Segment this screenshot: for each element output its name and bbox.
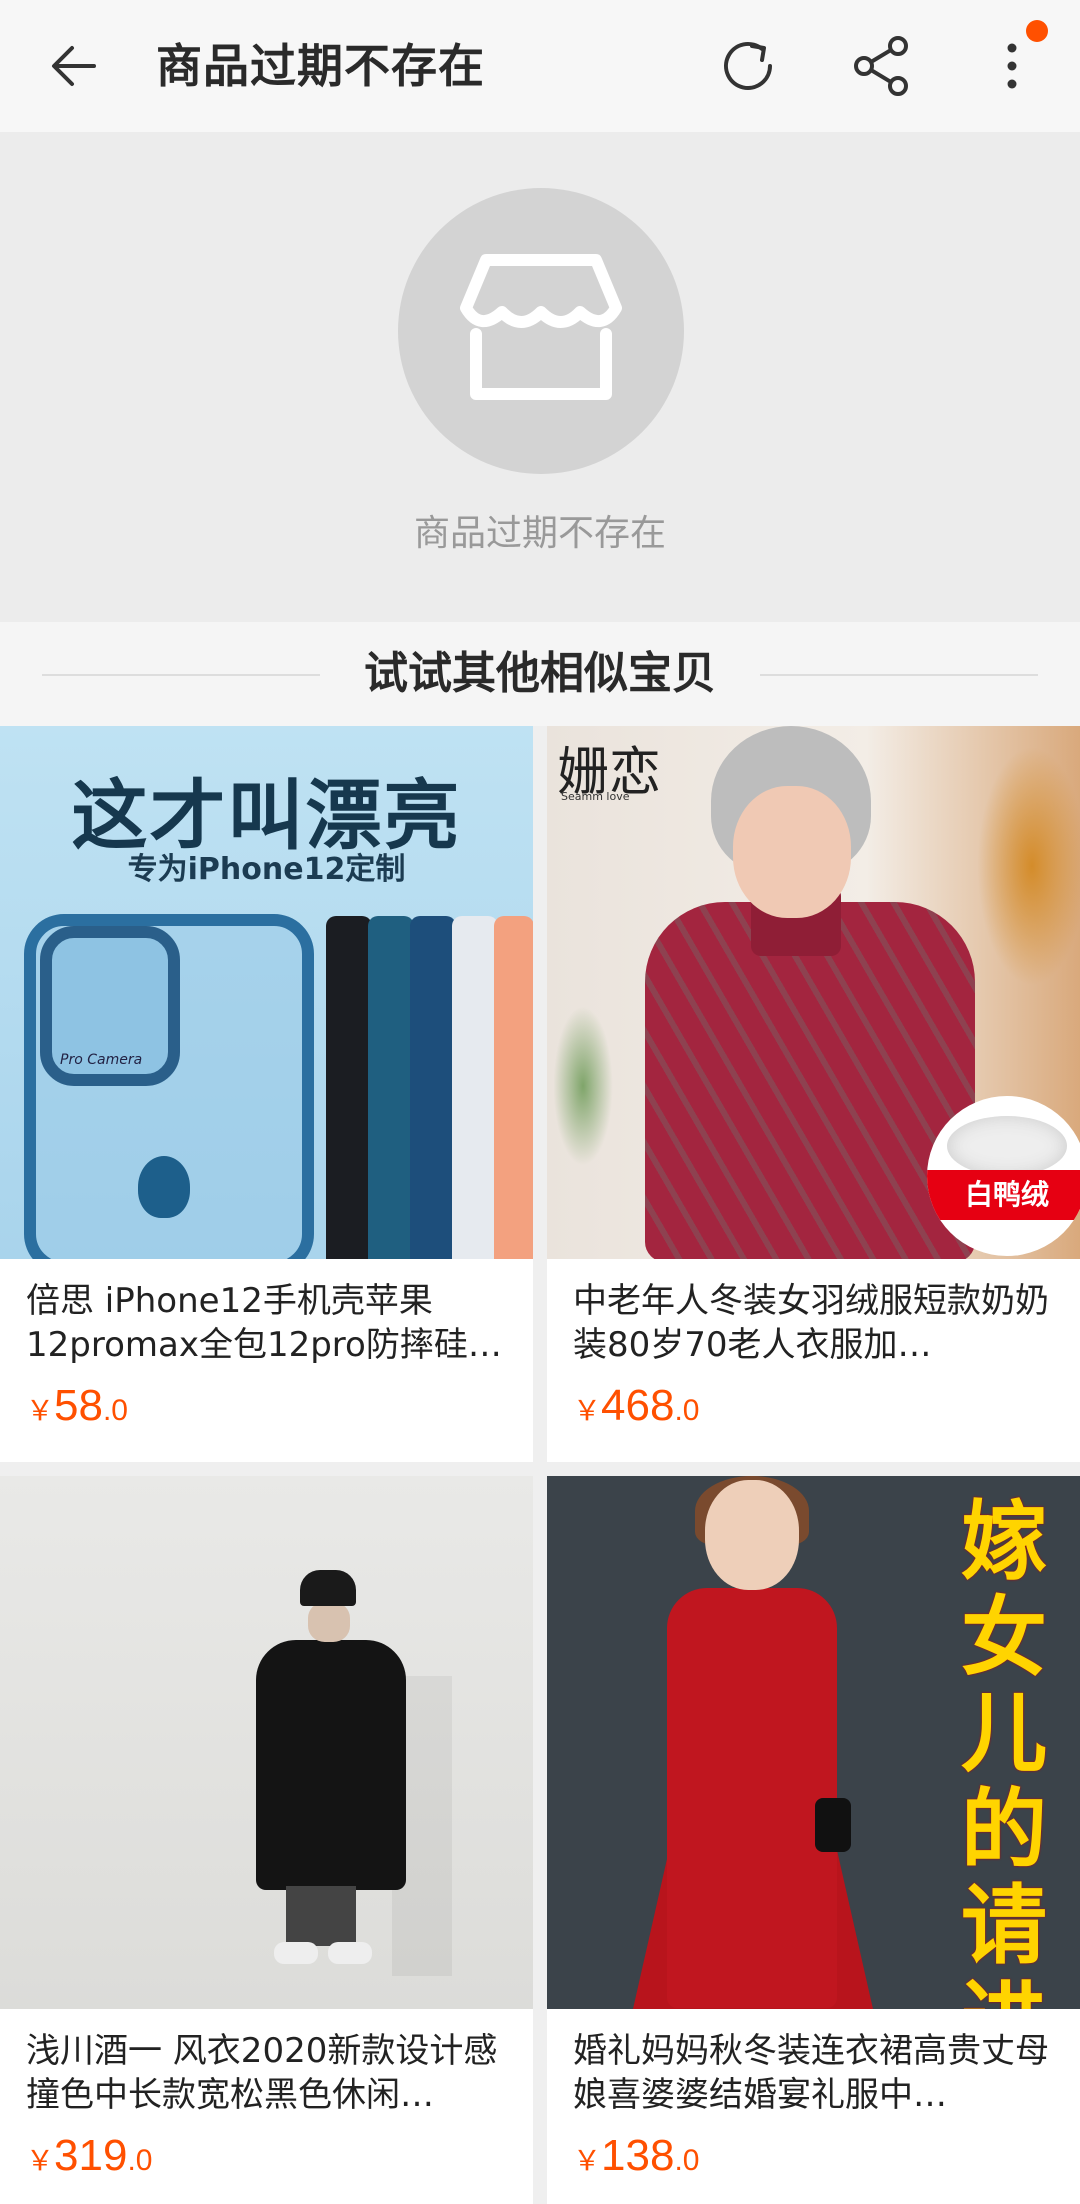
store-icon [460,254,622,400]
product-image[interactable]: 这才叫漂亮 专为iPhone12定制 Pro Camera [0,726,533,1259]
empty-message: 商品过期不存在 [413,513,666,554]
product-price: ￥58.0 [26,1381,507,1431]
price-decimal: .0 [127,2144,153,2177]
handbag [815,1798,851,1852]
image-overlay-text: 嫁女儿的请进 [961,1492,1047,2009]
product-price: ￥138.0 [573,2131,1054,2181]
notification-dot [1026,20,1048,42]
camera-label: Pro Camera [60,1052,143,1068]
product-name[interactable]: 倍思 iPhone12手机壳苹果12promax全包12pro防摔硅胶… [26,1279,507,1367]
price-integer: 319 [54,2131,128,2180]
potted-plant [553,1006,613,1166]
price-integer: 138 [601,2131,675,2180]
price-integer: 468 [601,1381,675,1430]
product-card[interactable]: 姗恋 Seamm love 白鸭绒 中老年人冬装女羽绒服短款奶奶装80岁70老人… [547,726,1080,1462]
model-legs [286,1886,356,1946]
sneaker-right [328,1942,372,1964]
store-icon-circle [398,188,684,474]
product-price: ￥468.0 [573,1381,1054,1431]
top-bar: 商品过期不存在 [0,0,1080,132]
black-cap [300,1570,356,1606]
black-coat [256,1640,406,1890]
product-price: ￥319.0 [26,2131,507,2181]
case-navy [410,916,456,1259]
back-arrow-icon[interactable] [44,36,104,96]
divider-right [760,674,1038,676]
case-black [326,916,372,1259]
similar-section-header: 试试其他相似宝贝 [0,622,1080,726]
product-name[interactable]: 中老年人冬装女羽绒服短款奶奶装80岁70老人衣服加… [573,1279,1054,1367]
model-face [308,1602,350,1642]
product-image[interactable]: 嫁女儿的请进 [547,1476,1080,2009]
product-name[interactable]: 浅川酒一 风衣2020新款设计感撞色中长款宽松黑色休闲… [26,2029,507,2117]
brand-subtitle: Seamm love [561,790,630,803]
price-decimal: .0 [102,1394,128,1427]
model-face [705,1480,799,1590]
price-currency: ￥ [573,1395,602,1426]
image-subline: 专为iPhone12定制 [127,852,406,887]
case-white [452,916,498,1259]
product-name[interactable]: 婚礼妈妈秋冬装连衣裙高贵丈母娘喜婆婆结婚宴礼服中… [573,2029,1054,2117]
page-title: 商品过期不存在 [156,39,485,93]
price-currency: ￥ [573,2145,602,2176]
down-badge: 白鸭绒 [927,1096,1080,1256]
price-currency: ￥ [26,2145,55,2176]
product-image[interactable] [0,1476,533,2009]
badge-label: 白鸭绒 [927,1170,1080,1220]
product-card[interactable]: 这才叫漂亮 专为iPhone12定制 Pro Camera 倍思 iPhone1… [0,726,533,1462]
case-teal [368,916,414,1259]
autumn-leaves [977,746,1080,986]
more-options-icon[interactable] [992,34,1032,98]
product-card[interactable]: 浅川酒一 风衣2020新款设计感撞色中长款宽松黑色休闲… ￥319.0 [0,1476,533,2204]
price-currency: ￥ [26,1395,55,1426]
model-face [733,786,851,918]
product-card[interactable]: 嫁女儿的请进 婚礼妈妈秋冬装连衣裙高贵丈母娘喜婆婆结婚宴礼服中… ￥138.0 [547,1476,1080,2204]
red-dress [667,1588,837,2008]
product-image[interactable]: 姗恋 Seamm love 白鸭绒 [547,726,1080,1259]
price-decimal: .0 [674,2144,700,2177]
price-decimal: .0 [674,1394,700,1427]
empty-state: 商品过期不存在 [0,132,1080,622]
case-orange [494,916,533,1259]
share-icon[interactable] [850,34,914,98]
refresh-icon[interactable] [716,34,780,98]
apple-logo-icon [138,1156,190,1218]
price-integer: 58 [54,1381,103,1430]
down-feather-icon [947,1116,1067,1176]
sneaker-left [274,1942,318,1964]
